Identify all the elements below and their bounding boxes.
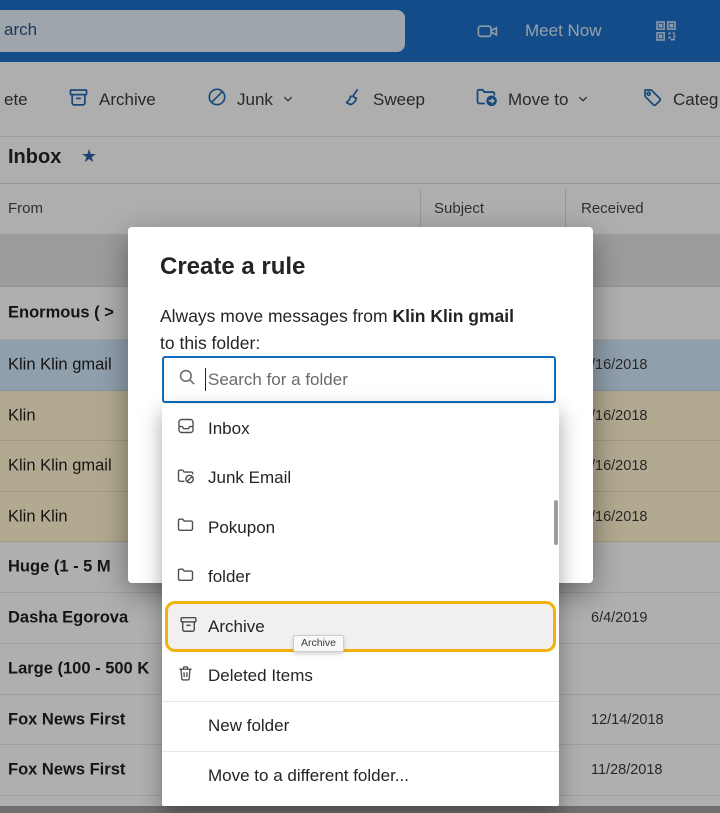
folder-option-label: folder bbox=[208, 567, 251, 587]
archive-tooltip: Archive bbox=[293, 635, 345, 652]
folder-option-junk-email[interactable]: Junk Email bbox=[162, 454, 559, 504]
folder-option-archive[interactable]: Archive bbox=[162, 601, 559, 652]
folder-option-label: Inbox bbox=[208, 418, 250, 438]
folder-option-label: Junk Email bbox=[208, 468, 292, 488]
dropdown-scrollbar-thumb[interactable] bbox=[554, 500, 558, 545]
body-prefix: Always move messages from bbox=[160, 306, 393, 326]
body-suffix: to this folder: bbox=[160, 333, 261, 353]
folder-dropdown-list: Inbox Junk Email Pokupon folder Archive … bbox=[162, 404, 559, 806]
folder-icon bbox=[176, 515, 196, 540]
folder-option-pokupon[interactable]: Pokupon bbox=[162, 503, 559, 553]
folder-option-folder[interactable]: folder bbox=[162, 553, 559, 603]
folder-icon bbox=[176, 565, 196, 590]
folder-option-label: Archive bbox=[208, 616, 265, 636]
folder-option-deleted-items[interactable]: Deleted Items bbox=[162, 652, 559, 702]
folder-option-inbox[interactable]: Inbox bbox=[162, 404, 559, 454]
text-cursor bbox=[205, 368, 206, 391]
archive-icon bbox=[178, 614, 199, 640]
trash-icon bbox=[176, 664, 195, 688]
new-folder-option[interactable]: New folder bbox=[162, 701, 559, 751]
folder-option-label: Deleted Items bbox=[208, 666, 313, 686]
dialog-body-text: Always move messages from Klin Klin gmai… bbox=[160, 303, 560, 357]
body-sender-name: Klin Klin gmail bbox=[392, 306, 514, 326]
search-icon bbox=[178, 368, 197, 392]
folder-search-placeholder: Search for a folder bbox=[208, 369, 348, 389]
move-to-different-folder-option[interactable]: Move to a different folder... bbox=[162, 750, 559, 801]
folder-option-label: Pokupon bbox=[208, 517, 276, 537]
folder-search-input[interactable]: Search for a folder bbox=[162, 356, 556, 403]
inbox-icon bbox=[176, 416, 196, 441]
dialog-title: Create a rule bbox=[160, 253, 306, 280]
junk-folder-icon bbox=[176, 466, 196, 491]
folder-option-label: Move to a different folder... bbox=[208, 765, 409, 785]
folder-option-label: New folder bbox=[208, 716, 290, 736]
